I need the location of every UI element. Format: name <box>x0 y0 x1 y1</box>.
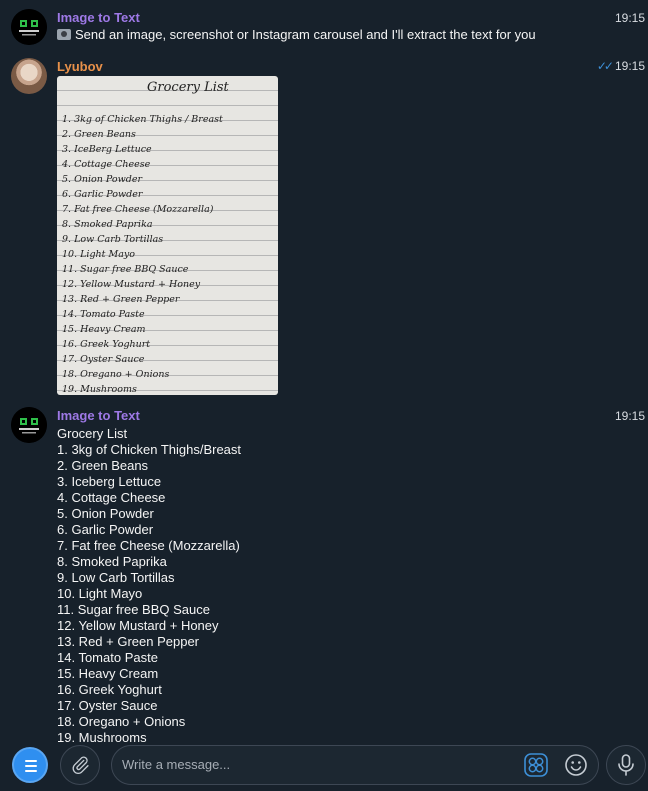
bot-avatar[interactable] <box>11 9 47 45</box>
grocery-list-photo[interactable]: Grocery List 1. 3kg of Chicken Thighs / … <box>57 76 278 395</box>
message-input[interactable] <box>122 746 512 783</box>
menu-button[interactable] <box>12 747 48 783</box>
photo-list-line: 8. Smoked Paprika <box>62 219 153 230</box>
photo-list-line: 2. Green Beans <box>62 129 136 140</box>
sticker-grid-icon <box>524 753 548 777</box>
ocr-list-line: 15. Heavy Cream <box>57 666 159 681</box>
ocr-list-line: 16. Greek Yoghurt <box>57 682 162 697</box>
photo-list-line: 5. Onion Powder <box>62 174 142 185</box>
photo-list-line: 12. Yellow Mustard + Honey <box>62 279 201 290</box>
ocr-list-line: 3. Iceberg Lettuce <box>57 474 162 489</box>
ocr-list-line: 7. Fat free Cheese (Mozzarella) <box>57 538 240 553</box>
sender-name[interactable]: Lyubov <box>57 59 103 74</box>
photo-list-line: 19. Mushrooms <box>62 384 137 395</box>
ocr-list-line: 6. Garlic Powder <box>57 522 154 537</box>
menu-bar <box>25 765 37 767</box>
ocr-title: Grocery List <box>57 426 128 441</box>
ocr-list-line: 17. Oyster Sauce <box>57 698 158 713</box>
photo-list-line: 17. Oyster Sauce <box>62 354 145 365</box>
photo-list-line: 18. Oregano + Onions <box>62 369 170 380</box>
smiley-icon <box>565 754 587 776</box>
photo-list-line: 9. Low Carb Tortillas <box>62 234 164 245</box>
ocr-list-line: 5. Onion Powder <box>57 506 154 521</box>
photo-list-line: 16. Greek Yoghurt <box>62 339 151 350</box>
read-checks-icon: ✓✓ <box>596 59 614 73</box>
photo-list-line: 13. Red + Green Pepper <box>62 294 180 305</box>
ocr-list-line: 1. 3kg of Chicken Thighs/Breast <box>57 442 242 457</box>
photo-title: Grocery List <box>147 80 229 95</box>
photo-list-line: 3. IceBerg Lettuce <box>62 144 152 155</box>
photo-list-line: 4. Cottage Cheese <box>62 159 151 170</box>
photo-list-line: 7. Fat free Cheese (Mozzarella) <box>62 204 214 215</box>
chat-history: Image to Text 19:15 Send an image, scree… <box>0 0 648 743</box>
camera-emoji-icon <box>57 29 71 40</box>
ocr-list-line: 4. Cottage Cheese <box>57 490 166 505</box>
photo-list-line: 1. 3kg of Chicken Thighs / Breast <box>62 114 223 125</box>
message-text-content: Send an image, screenshot or Instagram c… <box>75 27 536 42</box>
menu-bar <box>25 760 37 762</box>
microphone-button[interactable] <box>606 745 646 785</box>
bot-logo-icon <box>11 407 47 443</box>
attach-button[interactable] <box>60 745 100 785</box>
photo-list-line: 15. Heavy Cream <box>62 324 146 335</box>
photo-list-line: 14. Tomato Paste <box>62 309 145 320</box>
ocr-list-line: 11. Sugar free BBQ Sauce <box>57 602 210 617</box>
ocr-list-line: 9. Low Carb Tortillas <box>57 570 175 585</box>
bot-avatar[interactable] <box>11 407 47 443</box>
menu-bar <box>25 770 37 772</box>
message-composer <box>0 743 648 791</box>
message-time: 19:15 <box>614 409 645 423</box>
message-time: 19:15 <box>614 11 645 25</box>
bot-logo-icon <box>11 9 47 45</box>
ocr-lines: 1. 3kg of Chicken Thighs/Breast 2. Green … <box>57 442 241 743</box>
emoji-button[interactable] <box>564 753 588 777</box>
message-input-wrapper <box>111 745 599 785</box>
sender-name[interactable]: Image to Text <box>57 10 140 25</box>
ocr-list-line: 18. Oregano + Onions <box>57 714 186 729</box>
microphone-icon <box>618 754 634 776</box>
user-avatar[interactable] <box>11 58 47 94</box>
ocr-list-line: 14. Tomato Paste <box>57 650 158 665</box>
paperclip-icon <box>72 756 89 775</box>
ocr-list-line: 19. Mushrooms <box>57 730 147 743</box>
ocr-list-line: 12. Yellow Mustard + Honey <box>57 618 219 633</box>
sender-name[interactable]: Image to Text <box>57 408 140 423</box>
photo-list-line: 10. Light Mayo <box>62 249 135 260</box>
photo-list-line: 11. Sugar free BBQ Sauce <box>62 264 189 275</box>
message-time: ✓✓ 19:15 <box>597 59 645 73</box>
message-text: Send an image, screenshot or Instagram c… <box>57 27 536 42</box>
photo-handwritten-lines: 1. 3kg of Chicken Thighs / Breast 2. Gree… <box>62 112 223 395</box>
photo-list-line: 6. Garlic Powder <box>62 189 143 200</box>
ocr-list-line: 10. Light Mayo <box>57 586 143 601</box>
message-time-text: 19:15 <box>614 59 645 73</box>
sticker-button[interactable] <box>524 753 548 777</box>
ocr-list-line: 13. Red + Green Pepper <box>57 634 200 649</box>
ocr-text-block: Grocery List 1. 3kg of Chicken Thighs/Br… <box>57 426 241 743</box>
ocr-list-line: 8. Smoked Paprika <box>57 554 167 569</box>
message-bot-intro: Image to Text 19:15 Send an image, scree… <box>0 0 648 52</box>
ocr-list-line: 2. Green Beans <box>57 458 149 473</box>
